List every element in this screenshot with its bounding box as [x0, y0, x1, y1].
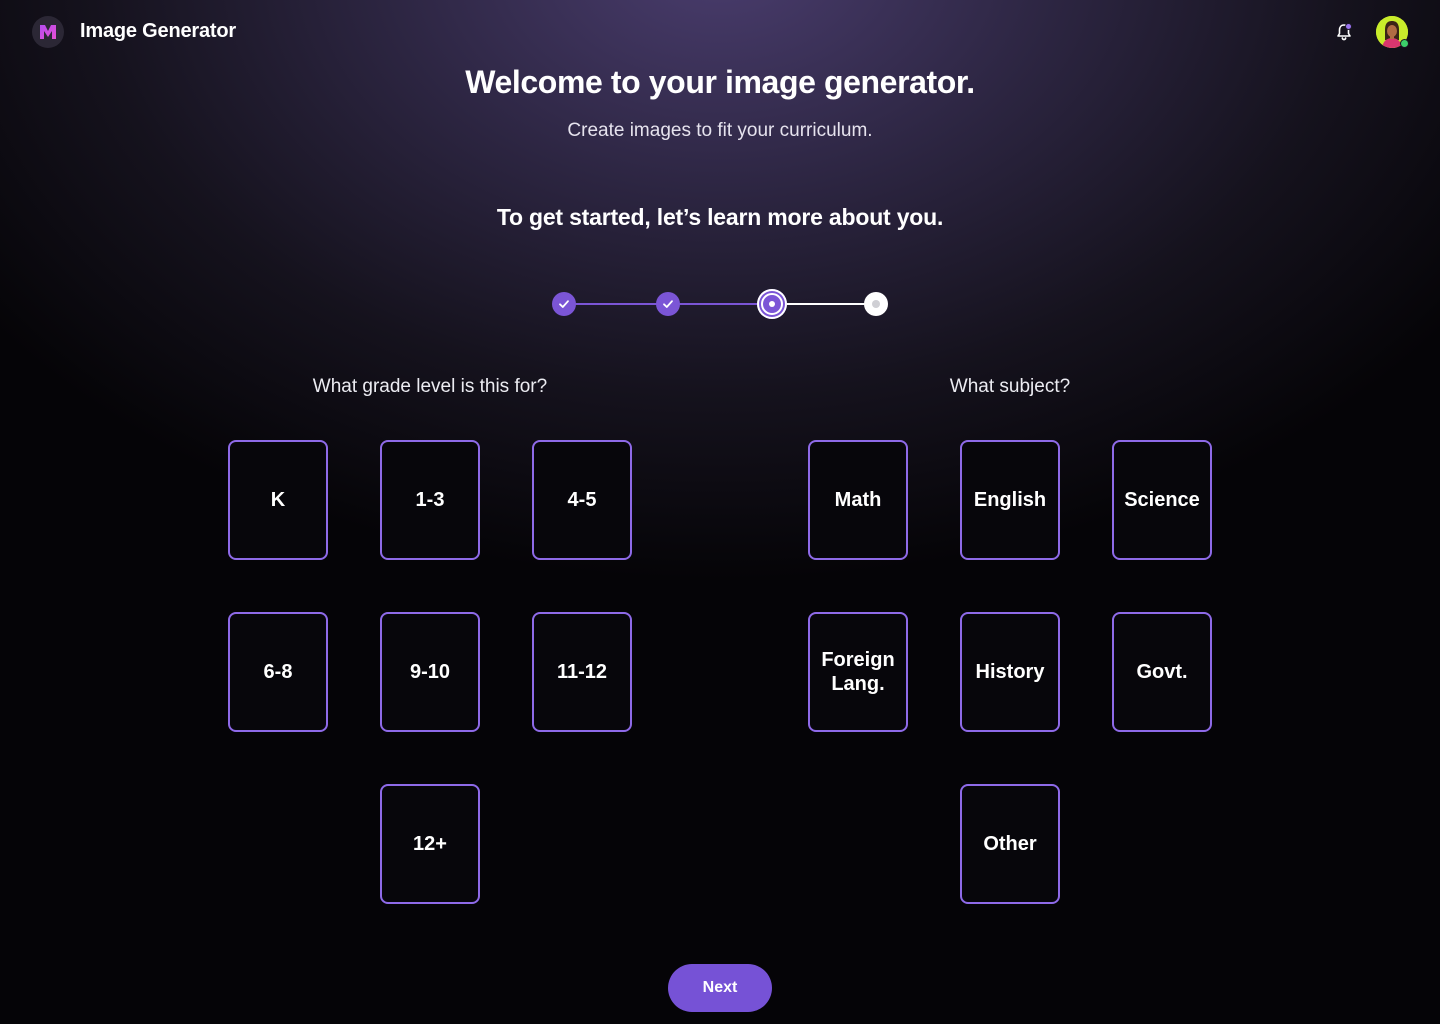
subject-option-english[interactable]: English: [960, 440, 1060, 560]
grade-option-12-plus[interactable]: 12+: [380, 784, 480, 904]
step-connector: [564, 303, 668, 305]
online-status-dot: [1400, 39, 1409, 48]
subject-option-science[interactable]: Science: [1112, 440, 1212, 560]
grade-option-9-10[interactable]: 9-10: [380, 612, 480, 732]
onboarding-prompt: To get started, let’s learn more about y…: [496, 204, 944, 230]
dot-icon: [769, 301, 775, 307]
grade-question: What grade level is this for?: [312, 376, 548, 397]
grade-option-k[interactable]: K: [228, 440, 328, 560]
step-2-completed: [656, 292, 680, 316]
next-button[interactable]: Next: [668, 964, 772, 1012]
subject-question: What subject?: [949, 376, 1071, 397]
check-icon: [559, 300, 569, 308]
grade-option-1-3[interactable]: 1-3: [380, 440, 480, 560]
grade-option-11-12[interactable]: 11-12: [532, 612, 632, 732]
progress-stepper: [552, 289, 888, 319]
top-bar: Image Generator: [0, 0, 1440, 64]
step-connector: [772, 303, 876, 305]
step-4-upcoming: [864, 292, 888, 316]
page-subtitle: Create images to fit your curriculum.: [567, 120, 873, 141]
subject-option-math[interactable]: Math: [808, 440, 908, 560]
subject-option-foreign-lang[interactable]: Foreign Lang.: [808, 612, 908, 732]
dot-icon: [872, 300, 880, 308]
step-3-current: [757, 289, 787, 319]
grade-option-6-8[interactable]: 6-8: [228, 612, 328, 732]
subject-option-other[interactable]: Other: [960, 784, 1060, 904]
app-title: Image Generator: [80, 20, 236, 42]
subject-option-govt[interactable]: Govt.: [1112, 612, 1212, 732]
check-icon: [663, 300, 673, 308]
m-logo-icon[interactable]: [32, 16, 64, 48]
bell-icon[interactable]: [1334, 22, 1354, 42]
page-title: Welcome to your image generator.: [465, 64, 975, 100]
grade-option-4-5[interactable]: 4-5: [532, 440, 632, 560]
step-1-completed: [552, 292, 576, 316]
subject-option-history[interactable]: History: [960, 612, 1060, 732]
